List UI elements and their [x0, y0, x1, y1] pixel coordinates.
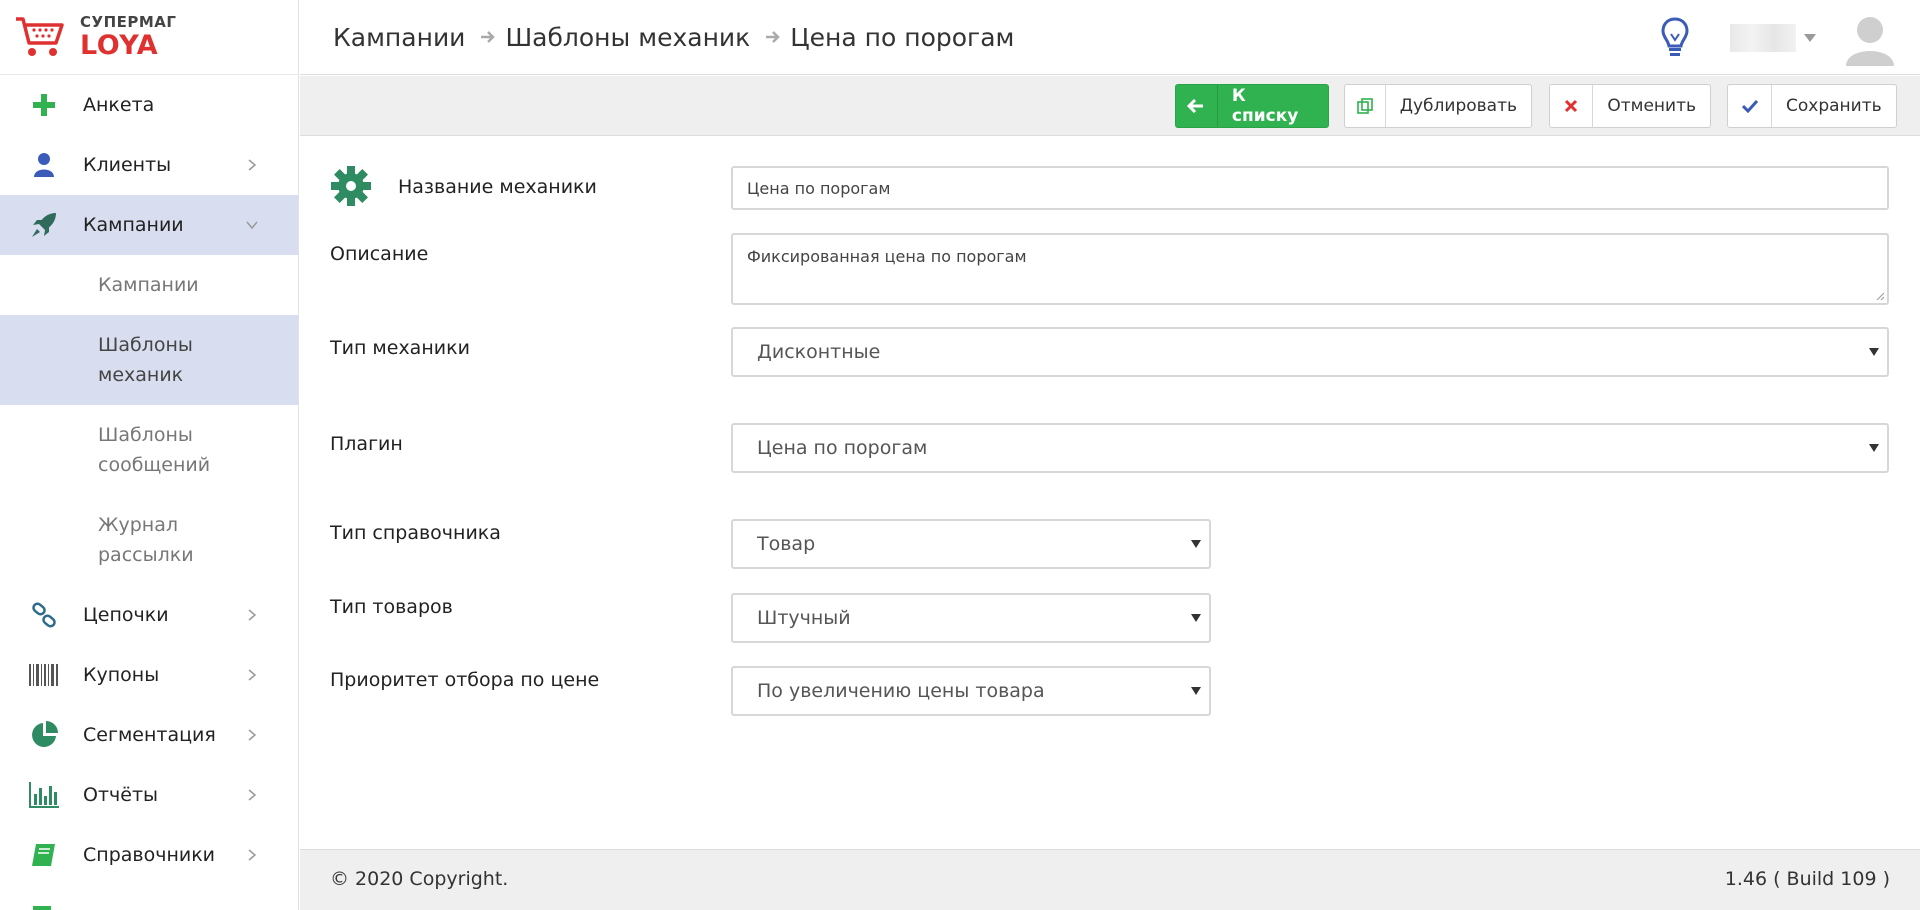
arrow-right-icon: [766, 31, 781, 43]
arrow-left-icon: [1176, 85, 1218, 127]
sidebar-item-directories[interactable]: Справочники: [0, 825, 298, 885]
book-icon: [29, 840, 59, 870]
mechanic-type-value: Дисконтные: [757, 341, 881, 363]
version-text: 1.46 ( Build 109 ): [1724, 868, 1890, 890]
sidebar-item-label: Кампании: [83, 214, 184, 236]
description-textarea[interactable]: Фиксированная цена по порогам: [731, 233, 1889, 305]
lightbulb-icon[interactable]: [1658, 16, 1692, 60]
sidebar-subitem-mailing-log[interactable]: Журнал рассылки: [0, 495, 298, 585]
plus-icon: [29, 90, 59, 120]
avatar[interactable]: [1842, 10, 1898, 66]
sidebar-item-coupons[interactable]: Купоны: [0, 645, 298, 705]
plugin-label: Плагин: [330, 433, 403, 455]
mechanic-name-input[interactable]: Цена по порогам: [731, 166, 1889, 210]
caret-down-icon: [1191, 687, 1201, 695]
sidebar-subitem-label: Кампании: [98, 274, 199, 296]
mechanic-type-select[interactable]: Дисконтные: [731, 327, 1889, 377]
logo-subtitle: LOYA: [80, 30, 159, 61]
user-icon: [29, 150, 59, 180]
back-to-list-button[interactable]: К списку: [1175, 84, 1329, 128]
copy-icon: [1345, 85, 1386, 127]
chevron-right-icon: [248, 669, 257, 681]
chevron-right-icon: [248, 609, 257, 621]
breadcrumb: Кампании Шаблоны механик Цена по порогам: [333, 23, 1014, 52]
top-header: Кампании Шаблоны механик Цена по порогам: [300, 0, 1920, 75]
action-toolbar: К списку Дублировать Отменить Сохранить: [300, 76, 1920, 136]
cart-logo-icon: [16, 17, 64, 56]
caret-down-icon: [1191, 540, 1201, 548]
mechanic-name-label: Название механики: [398, 176, 597, 198]
chevron-down-icon: [246, 221, 258, 230]
save-button[interactable]: Сохранить: [1727, 84, 1897, 128]
bar-chart-icon: [29, 780, 59, 810]
sidebar-item-anketa[interactable]: Анкета: [0, 75, 298, 135]
sidebar-subitem-message-templates[interactable]: Шаблоны сообщений: [0, 405, 298, 495]
gear-icon: [331, 166, 371, 206]
price-priority-label: Приоритет отбора по цене: [330, 669, 600, 691]
dictionary-type-select[interactable]: Товар: [731, 519, 1211, 569]
caret-down-icon: [1869, 348, 1879, 356]
copyright-text: © 2020 Copyright.: [330, 868, 509, 890]
sidebar-subitem-label-line2: сообщений: [98, 454, 211, 476]
sidebar-item-partial[interactable]: [0, 885, 298, 910]
chevron-right-icon: [248, 729, 257, 741]
plugin-value: Цена по порогам: [757, 437, 928, 459]
breadcrumb-item-campaigns[interactable]: Кампании: [333, 23, 465, 52]
dictionary-type-label: Тип справочника: [330, 522, 501, 544]
resize-handle-icon[interactable]: [1873, 289, 1885, 301]
sidebar-item-label: Цепочки: [83, 604, 169, 626]
user-name-blurred[interactable]: [1730, 23, 1796, 52]
sidebar-item-label: Сегментация: [83, 724, 216, 746]
sidebar-item-label: Клиенты: [83, 154, 172, 176]
cancel-button[interactable]: Отменить: [1549, 84, 1711, 128]
sidebar-item-label: Купоны: [83, 664, 160, 686]
checkmark-icon: [1728, 85, 1772, 127]
sidebar-subitem-label-line1: Шаблоны: [98, 424, 193, 446]
sidebar: СУПЕРМАГ LOYA Анкета Клиенты Кампании Ка…: [0, 0, 299, 910]
sidebar-item-chains[interactable]: Цепочки: [0, 585, 298, 645]
price-priority-value: По увеличению цены товара: [757, 680, 1045, 702]
duplicate-button[interactable]: Дублировать: [1344, 84, 1532, 128]
sidebar-subitem-label-line1: Шаблоны: [98, 334, 193, 356]
sidebar-item-clients[interactable]: Клиенты: [0, 135, 298, 195]
goods-type-select[interactable]: Штучный: [731, 593, 1211, 643]
description-label: Описание: [330, 243, 429, 265]
goods-type-value: Штучный: [757, 607, 851, 629]
sidebar-item-reports[interactable]: Отчёты: [0, 765, 298, 825]
caret-down-icon: [1191, 614, 1201, 622]
caret-down-icon: [1869, 444, 1879, 452]
sidebar-subitem-label-line2: рассылки: [98, 544, 194, 566]
close-icon: [1550, 85, 1594, 127]
logo-title: СУПЕРМАГ: [80, 13, 177, 31]
logo[interactable]: СУПЕРМАГ LOYA: [0, 0, 298, 75]
rocket-icon: [29, 210, 59, 240]
sidebar-subitem-mechanic-templates[interactable]: Шаблоны механик: [0, 315, 298, 405]
mechanic-type-label: Тип механики: [330, 337, 470, 359]
footer: © 2020 Copyright. 1.46 ( Build 109 ): [300, 849, 1920, 910]
sidebar-subitem-label-line1: Журнал: [98, 514, 178, 536]
arrow-right-icon: [481, 31, 496, 43]
description-text: Фиксированная цена по порогам: [747, 247, 1027, 266]
pie-chart-icon: [29, 720, 59, 750]
export-icon: [29, 900, 59, 910]
sidebar-item-label: Отчёты: [83, 784, 159, 806]
sidebar-item-label: Анкета: [83, 94, 155, 116]
sidebar-item-segmentation[interactable]: Сегментация: [0, 705, 298, 765]
plugin-select[interactable]: Цена по порогам: [731, 423, 1889, 473]
chevron-right-icon: [248, 849, 257, 861]
sidebar-subitem-campaigns[interactable]: Кампании: [0, 255, 298, 315]
chevron-right-icon: [248, 789, 257, 801]
dictionary-type-value: Товар: [757, 533, 816, 555]
goods-type-label: Тип товаров: [330, 596, 453, 618]
sidebar-item-label: Справочники: [83, 844, 216, 866]
chain-icon: [29, 600, 59, 630]
caret-down-icon[interactable]: [1804, 33, 1816, 42]
breadcrumb-item-current: Цена по порогам: [790, 22, 1015, 52]
sidebar-item-campaigns[interactable]: Кампании: [0, 195, 298, 255]
price-priority-select[interactable]: По увеличению цены товара: [731, 666, 1211, 716]
barcode-icon: [29, 660, 59, 690]
sidebar-subitem-label-line2: механик: [98, 364, 184, 386]
breadcrumb-item-templates[interactable]: Шаблоны механик: [505, 23, 750, 52]
chevron-right-icon: [248, 159, 257, 171]
